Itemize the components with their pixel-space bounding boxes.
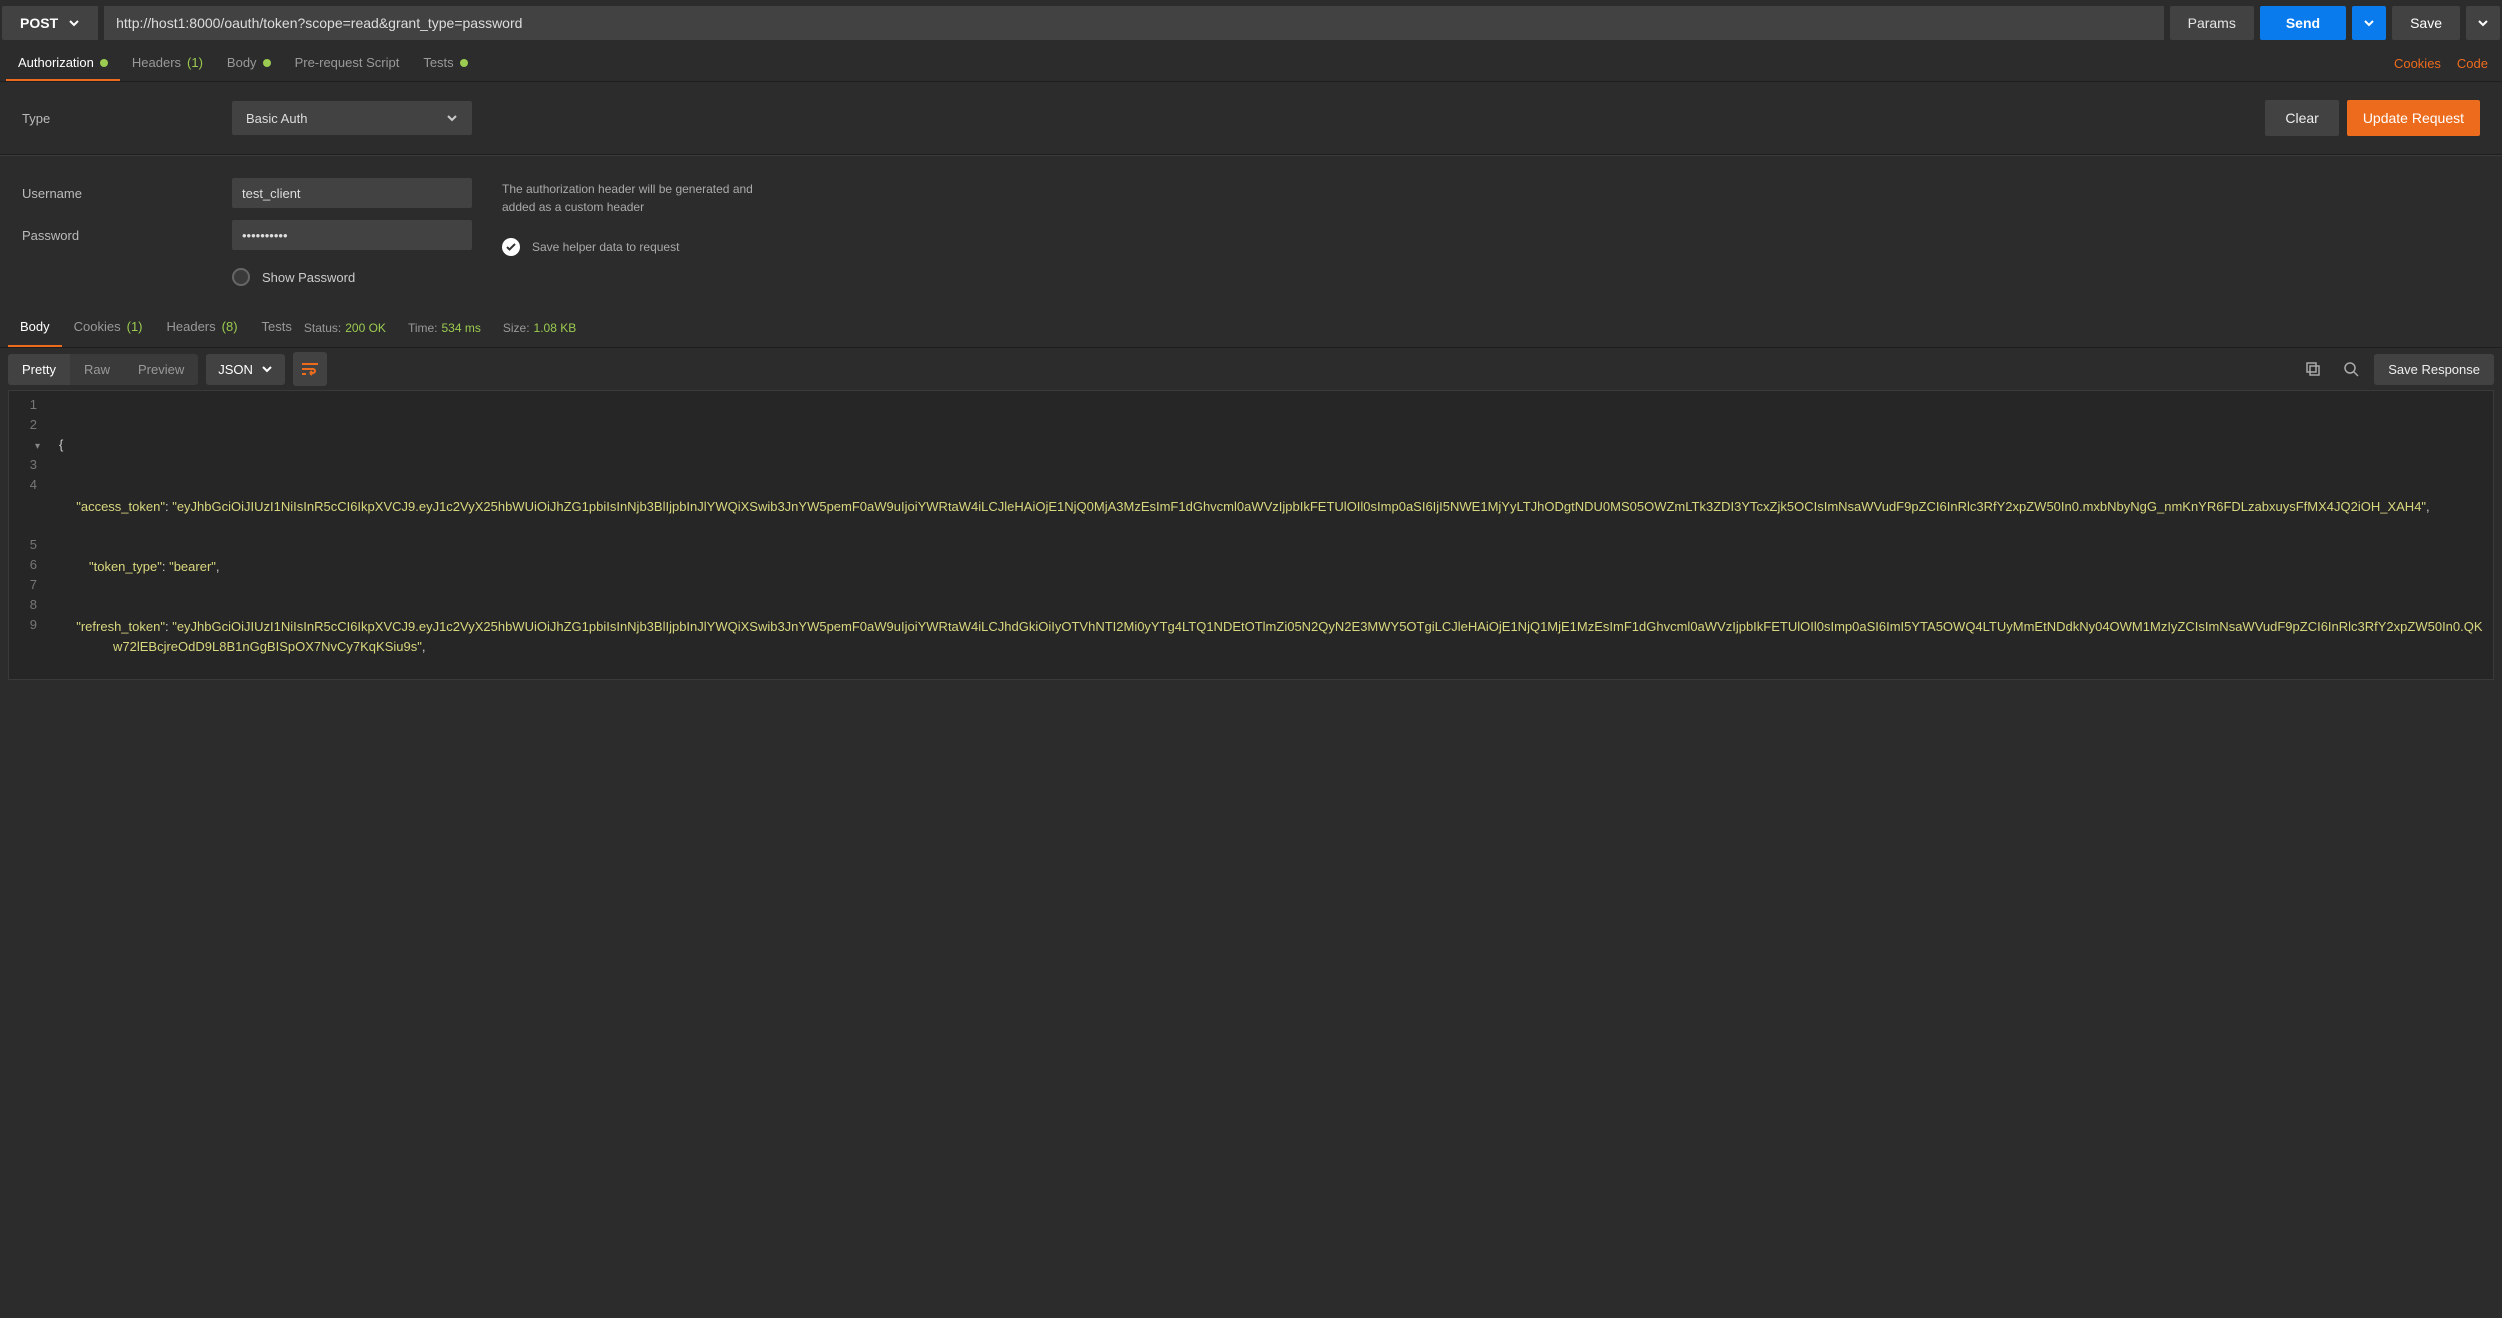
view-raw[interactable]: Raw	[70, 354, 124, 385]
resp-tab-tests[interactable]: Tests	[250, 308, 304, 347]
resp-tab-headers[interactable]: Headers (8)	[155, 308, 250, 347]
send-button[interactable]: Send	[2260, 6, 2346, 40]
tab-count: (8)	[222, 319, 238, 334]
show-password-toggle[interactable]	[232, 268, 250, 286]
copy-button[interactable]	[2298, 354, 2328, 384]
response-body[interactable]: 1 2 3 4 5 6 7 8 9 ▾{ "access_token": "ey…	[8, 390, 2494, 680]
chevron-down-icon	[2363, 17, 2375, 29]
tab-label: Headers	[167, 319, 216, 334]
status-dot-icon	[460, 59, 468, 67]
update-request-button[interactable]: Update Request	[2347, 100, 2480, 136]
auth-type-select[interactable]: Basic Auth	[232, 101, 472, 135]
helper-text: The authorization header will be generat…	[502, 180, 782, 216]
password-label: Password	[22, 228, 232, 243]
save-response-button[interactable]: Save Response	[2374, 354, 2494, 385]
params-button[interactable]: Params	[2170, 6, 2254, 40]
tab-body[interactable]: Body	[215, 46, 283, 81]
view-mode-segment: Pretty Raw Preview	[8, 354, 198, 385]
status-meta: Status:200 OK	[304, 321, 386, 335]
status-dot-icon	[263, 59, 271, 67]
tab-authorization[interactable]: Authorization	[6, 46, 120, 81]
size-meta: Size:1.08 KB	[503, 321, 576, 335]
tab-label: Tests	[262, 319, 292, 334]
tab-tests[interactable]: Tests	[411, 46, 479, 81]
chevron-down-icon	[2477, 17, 2489, 29]
search-icon	[2343, 361, 2359, 377]
tab-count: (1)	[187, 55, 203, 70]
tab-label: Pre-request Script	[295, 55, 400, 70]
chevron-down-icon	[68, 17, 80, 29]
resp-tab-body[interactable]: Body	[8, 308, 62, 347]
wrap-icon	[301, 362, 319, 376]
send-dropdown-button[interactable]	[2352, 6, 2386, 40]
password-input[interactable]	[232, 220, 472, 250]
wrap-lines-button[interactable]	[293, 352, 327, 386]
format-dropdown[interactable]: JSON	[206, 354, 285, 385]
type-label: Type	[22, 111, 232, 126]
username-input[interactable]	[232, 178, 472, 208]
tab-count: (1)	[127, 319, 143, 334]
save-button[interactable]: Save	[2392, 6, 2460, 40]
url-input[interactable]	[104, 6, 2163, 40]
save-helper-checkbox[interactable]	[502, 238, 520, 256]
select-value: Basic Auth	[246, 111, 307, 126]
username-label: Username	[22, 186, 232, 201]
method-label: POST	[20, 15, 58, 31]
save-helper-label: Save helper data to request	[532, 238, 679, 256]
tab-headers[interactable]: Headers (1)	[120, 46, 215, 81]
tab-label: Headers	[132, 55, 181, 70]
line-gutter: 1 2 3 4 5 6 7 8 9	[9, 395, 45, 635]
check-icon	[505, 241, 517, 253]
time-meta: Time:534 ms	[408, 321, 481, 335]
tab-prerequest[interactable]: Pre-request Script	[283, 46, 412, 81]
format-label: JSON	[218, 362, 253, 377]
view-pretty[interactable]: Pretty	[8, 354, 70, 385]
tab-label: Cookies	[74, 319, 121, 334]
copy-icon	[2305, 361, 2321, 377]
save-dropdown-button[interactable]	[2466, 6, 2500, 40]
tab-label: Tests	[423, 55, 453, 70]
clear-button[interactable]: Clear	[2265, 100, 2338, 136]
tab-label: Authorization	[18, 55, 94, 70]
cookies-link[interactable]: Cookies	[2386, 56, 2449, 71]
code-link[interactable]: Code	[2449, 56, 2496, 71]
tab-label: Body	[227, 55, 257, 70]
tab-label: Body	[20, 319, 50, 334]
method-dropdown[interactable]: POST	[2, 6, 98, 40]
resp-tab-cookies[interactable]: Cookies (1)	[62, 308, 155, 347]
view-preview[interactable]: Preview	[124, 354, 198, 385]
code-content: ▾{ "access_token": "eyJhbGciOiJIUzI1NiIs…	[49, 395, 2487, 680]
search-button[interactable]	[2336, 354, 2366, 384]
chevron-down-icon	[261, 363, 273, 375]
show-password-label: Show Password	[262, 270, 355, 285]
status-dot-icon	[100, 59, 108, 67]
chevron-down-icon	[446, 112, 458, 124]
